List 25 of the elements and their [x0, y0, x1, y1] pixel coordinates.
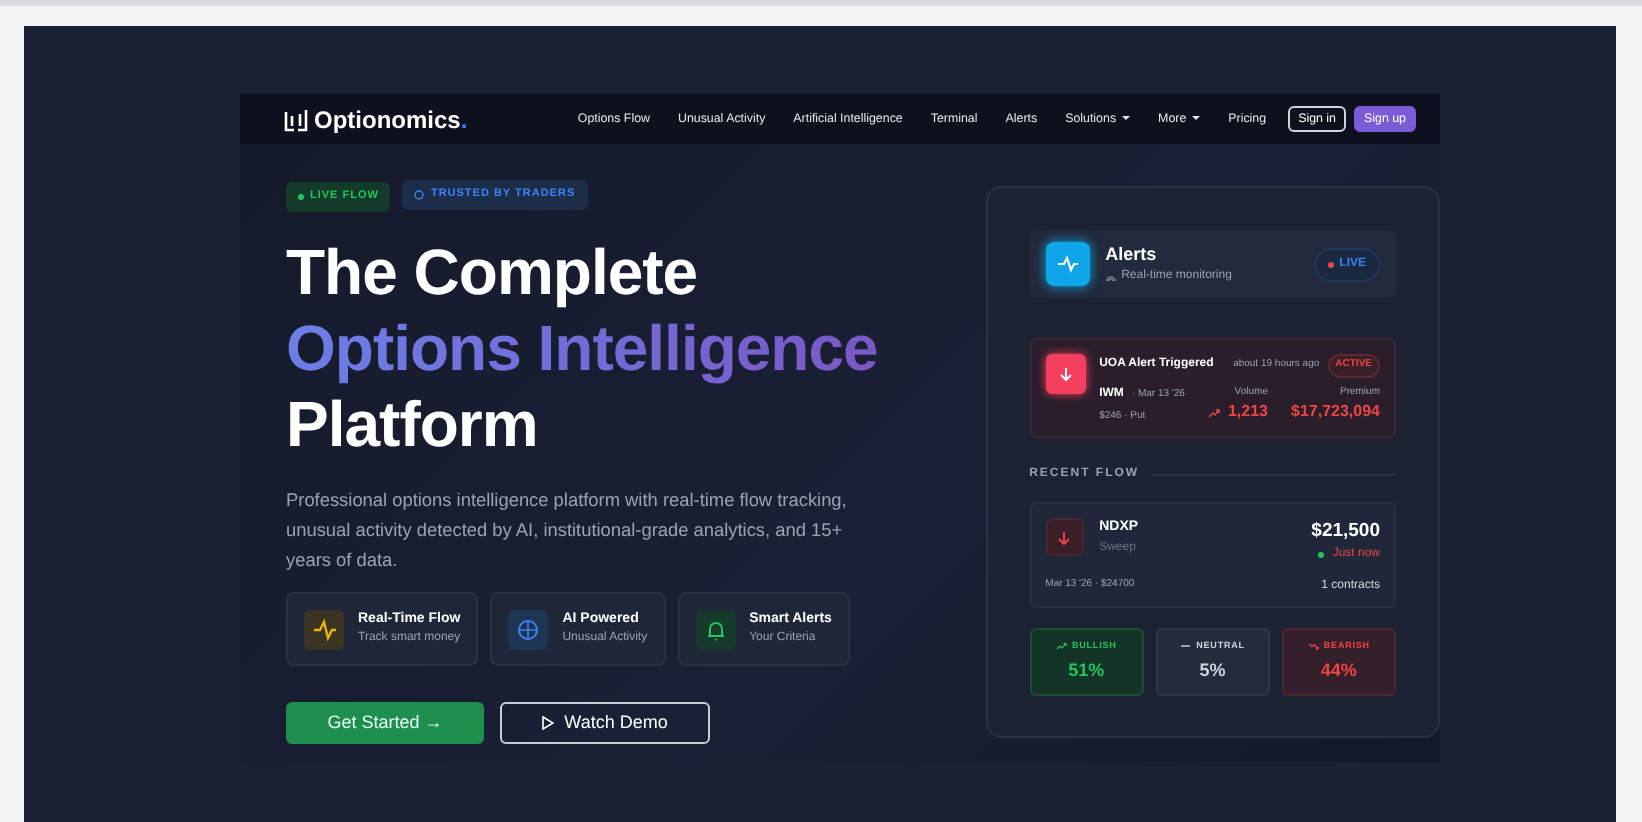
volume-value: 1,213 [1227, 400, 1268, 424]
description-text: Professional options intelligence platform with real-time flow tracking, unusual activity detected by AI, institutional-grade analytics, and 15+ years of data. [286, 488, 849, 574]
down-arrow-icon [1057, 366, 1074, 382]
signal-icon [1105, 272, 1116, 283]
logo-text[interactable]: Optionomics. [314, 101, 468, 137]
activity-icon [312, 617, 336, 641]
headline-text: The Complete [286, 234, 700, 310]
get-started-button[interactable]: Get Started → [286, 702, 484, 744]
panel-title: Alerts [1105, 241, 1159, 268]
pulse-icon [1055, 252, 1080, 276]
logo-icon [284, 107, 308, 131]
headline-text: Platform [286, 386, 540, 462]
down-arrow-icon [1056, 529, 1073, 545]
trend-up-icon [1055, 642, 1068, 651]
play-icon [542, 716, 555, 730]
premium-value: $17,723,094 [1291, 400, 1380, 424]
sentiment-value: 5% [1199, 657, 1226, 684]
dash-icon [1180, 642, 1193, 651]
sentiment-value: 44% [1320, 657, 1357, 684]
trend-down-icon [1307, 642, 1320, 651]
watch-demo-button[interactable]: Watch Demo [500, 702, 710, 744]
bell-icon [703, 617, 728, 641]
sentiment-value: 51% [1068, 657, 1105, 684]
trend-up-icon [1207, 407, 1220, 417]
flow-amount: $21,500 [1311, 518, 1380, 546]
